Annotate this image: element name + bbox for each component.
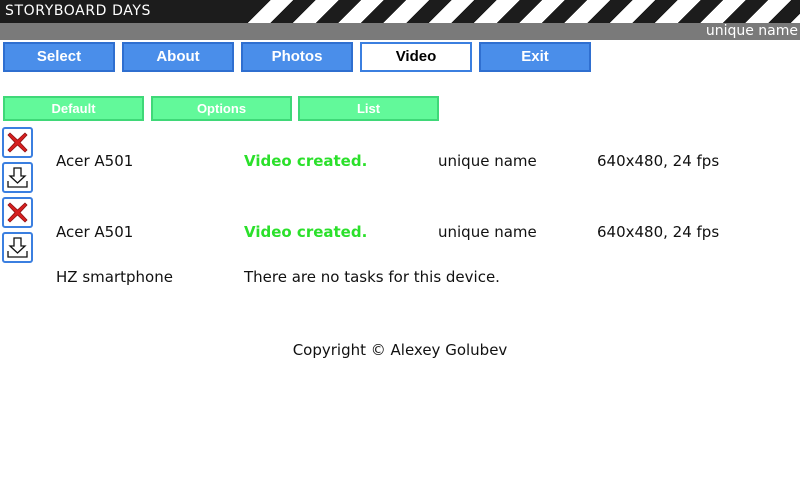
task-name: unique name xyxy=(438,223,537,241)
task-name: unique name xyxy=(438,152,537,170)
delete-icon xyxy=(7,132,28,153)
nav-about-button[interactable]: About xyxy=(122,42,234,72)
task-status: Video created. xyxy=(244,223,368,241)
subnav-list-button[interactable]: List xyxy=(298,96,439,121)
copyright-text: Copyright © Alexey Golubev xyxy=(292,341,508,359)
nav-photos-button[interactable]: Photos xyxy=(241,42,353,72)
user-name: unique name xyxy=(705,23,798,39)
nav-exit-button[interactable]: Exit xyxy=(479,42,591,72)
nav-select-button[interactable]: Select xyxy=(3,42,115,72)
subnav-options-button[interactable]: Options xyxy=(151,96,292,121)
download-video-button[interactable] xyxy=(2,232,33,263)
download-video-button[interactable] xyxy=(2,162,33,193)
user-bar: unique name xyxy=(0,23,800,40)
task-device: Acer A501 xyxy=(56,152,134,170)
app-header: STORYBOARD DAYS unique name xyxy=(0,0,800,40)
app-title: STORYBOARD DAYS xyxy=(5,3,151,19)
task-status: Video created. xyxy=(244,152,368,170)
clapperboard-stripes xyxy=(248,0,800,23)
download-icon xyxy=(7,167,28,188)
clapperboard-bar: STORYBOARD DAYS xyxy=(0,0,800,23)
delete-task-button[interactable] xyxy=(2,197,33,228)
delete-icon xyxy=(7,202,28,223)
nav-video-button[interactable]: Video xyxy=(360,42,472,72)
task-device: Acer A501 xyxy=(56,223,134,241)
task-format: 640x480, 24 fps xyxy=(597,152,720,170)
empty-device-name: HZ smartphone xyxy=(56,268,173,286)
empty-device-message: There are no tasks for this device. xyxy=(244,268,500,286)
subnav-default-button[interactable]: Default xyxy=(3,96,144,121)
delete-task-button[interactable] xyxy=(2,127,33,158)
task-format: 640x480, 24 fps xyxy=(597,223,720,241)
download-icon xyxy=(7,237,28,258)
